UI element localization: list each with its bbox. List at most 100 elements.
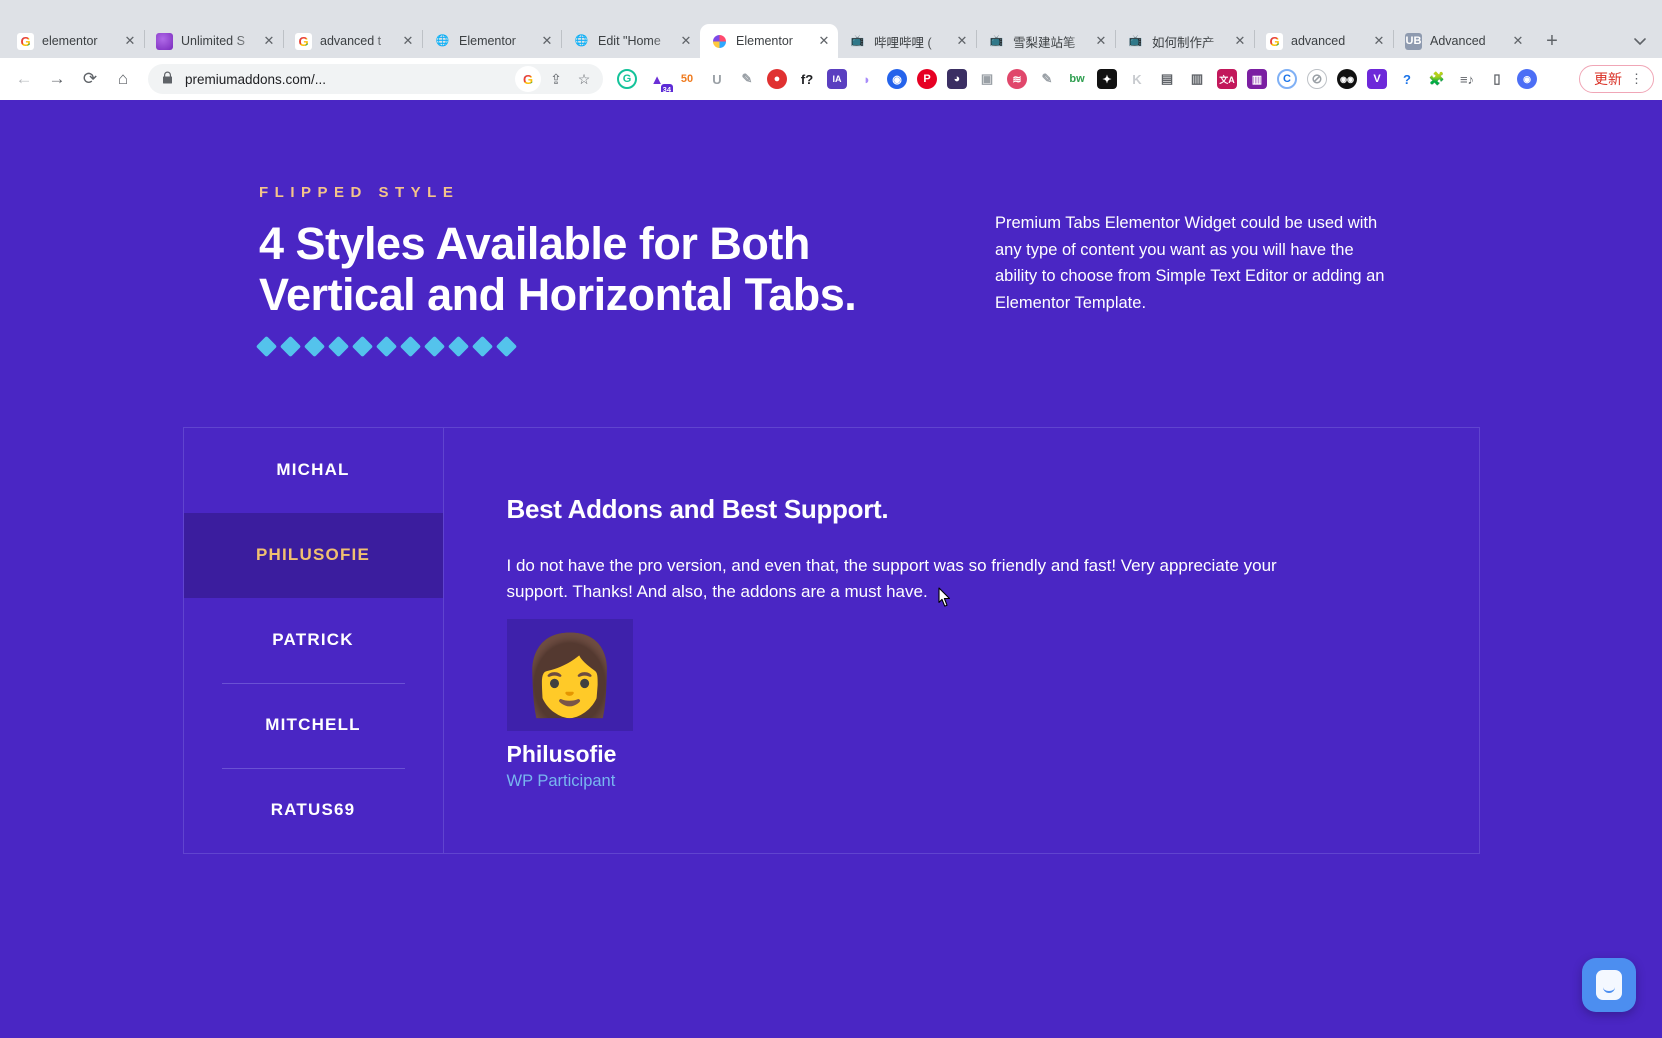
extensions-puzzle-icon-glyph: 🧩 [1428, 71, 1446, 86]
update-button[interactable]: 更新 ⋮ [1579, 65, 1654, 93]
chat-bubble-icon [1596, 970, 1622, 1000]
tab-close-icon[interactable]: ✕ [1093, 33, 1109, 49]
copy-pages-icon-glyph: ▤ [1160, 71, 1174, 86]
seo-quake-icon-glyph: 50 [680, 73, 694, 85]
window-titlebar [0, 0, 1662, 20]
tab-close-icon[interactable]: ✕ [122, 33, 138, 49]
unity-u-icon[interactable]: U [704, 66, 730, 92]
font-finder-icon-glyph: f? [800, 71, 814, 87]
page-content: FLIPPED STYLE 4 Styles Available for Bot… [0, 100, 1662, 1034]
playlist-icon-glyph: ≡♪ [1459, 71, 1475, 87]
browser-tab[interactable]: Unlimited S ✕ [145, 24, 283, 58]
browser-tab[interactable]: 📺 雪梨建站笔 ✕ [977, 24, 1115, 58]
loom-icon[interactable]: ◉ [884, 66, 910, 92]
address-bar[interactable]: premiumaddons.com/... ⇪ ☆ [148, 64, 603, 94]
tab-close-icon[interactable]: ✕ [954, 33, 970, 49]
profile-avatar[interactable]: ◉ [1514, 66, 1540, 92]
translate-icon[interactable]: 文A [1214, 66, 1240, 92]
extensions-tray: G ▲ 34 50 U ✎ ● f? IA ◗ ◉ P ◕ ▣ ≋ ✎ bw ✦ K ▤ ▥ 文A ▥ C ⊘ ◉◉ V? 🧩 ≡♪ ▯ ◉ [612, 66, 1574, 92]
tab-close-icon[interactable]: ✕ [400, 33, 416, 49]
avatar: 👩 [506, 619, 633, 732]
tab-search-icon[interactable] [1626, 27, 1654, 55]
keywords-k-icon[interactable]: K [1124, 66, 1150, 92]
help-icon[interactable]: ? [1394, 66, 1420, 92]
copyright-c-icon[interactable]: C [1274, 66, 1300, 92]
sidebar-item-michal[interactable]: MICHAL [184, 428, 443, 513]
eyes-icon[interactable]: ◉◉ [1334, 66, 1360, 92]
browser-tab[interactable]: advanced ✕ [1255, 24, 1393, 58]
forward-button[interactable]: → [41, 63, 73, 95]
hero-title: 4 Styles Available for Both Vertical and… [259, 218, 857, 321]
back-button[interactable]: ← [8, 63, 40, 95]
kebab-menu-icon[interactable]: ⋮ [1630, 71, 1643, 87]
internet-archive-icon-glyph: IA [827, 69, 847, 89]
browser-toolbar: ← → ⟳ ⌂ premiumaddons.com/... ⇪ ☆ G ▲34 50… [0, 58, 1662, 100]
hero-left-column: FLIPPED STYLE 4 Styles Available for Bot… [181, 184, 971, 357]
google-lens-icon[interactable] [515, 66, 541, 92]
copyright-c-icon-glyph: C [1277, 69, 1297, 89]
pinterest-icon[interactable]: P [914, 66, 940, 92]
gradient-leaf-icon[interactable]: ◗ [854, 66, 880, 92]
browser-tab[interactable]: 📺 如何制作产 ✕ [1116, 24, 1254, 58]
browser-tab[interactable]: elementor ✕ [6, 24, 144, 58]
bank-icon[interactable]: ▥ [1184, 66, 1210, 92]
diamond-shape [375, 335, 398, 357]
vue-v-icon-glyph: V [1367, 69, 1387, 89]
help-icon-glyph: ? [1403, 71, 1411, 87]
seo-quake-icon[interactable]: 50 [674, 66, 700, 92]
sidebar-item-patrick[interactable]: PATRICK [184, 598, 443, 683]
tab-close-icon[interactable]: ✕ [1510, 33, 1526, 49]
browser-tab[interactable]: 🌐 Edit "Home ✕ [562, 24, 700, 58]
ninja-icon-glyph: ✦ [1097, 69, 1117, 89]
unity-u-icon-glyph: U [712, 71, 722, 87]
side-panel-icon[interactable]: ▯ [1484, 66, 1510, 92]
browser-chrome: elementor ✕ Unlimited S ✕ advanced t ✕ 🌐 Elemen… [0, 0, 1662, 100]
sidebar-item-philusofie[interactable]: PHILUSOFIE [183, 512, 443, 598]
tab-title: Elementor [736, 34, 793, 48]
font-finder-icon[interactable]: f? [794, 66, 820, 92]
tab-close-icon[interactable]: ✕ [1371, 33, 1387, 49]
sidebar-item-mitchell[interactable]: MITCHELL [184, 682, 443, 768]
chart-icon-glyph: ▥ [1247, 69, 1267, 89]
bilibili-icon: 📺 [850, 34, 865, 47]
purple-arrow-icon[interactable]: ▲ 34 [644, 66, 673, 92]
playlist-icon[interactable]: ≡♪ [1454, 66, 1480, 92]
discord-icon[interactable]: ◕ [944, 66, 970, 92]
chat-launcher[interactable] [1582, 958, 1636, 1012]
eyedropper-icon[interactable]: ✎ [1034, 66, 1060, 92]
vue-v-icon[interactable]: V [1364, 66, 1390, 92]
share-icon[interactable]: ⇪ [543, 66, 569, 92]
ninja-icon[interactable]: ✦ [1094, 66, 1120, 92]
chart-icon[interactable]: ▥ [1244, 66, 1270, 92]
slash-circle-icon[interactable]: ⊘ [1304, 66, 1330, 92]
internet-archive-icon[interactable]: IA [824, 66, 850, 92]
browser-tab[interactable]: UB Advanced ✕ [1394, 24, 1532, 58]
browser-tab[interactable]: 🌐 Elementor ✕ [423, 24, 561, 58]
tab-close-icon[interactable]: ✕ [1232, 33, 1248, 49]
translate-icon-glyph: 文A [1217, 69, 1237, 89]
tab-close-icon[interactable]: ✕ [678, 33, 694, 49]
camera-icon[interactable]: ▣ [974, 66, 1000, 92]
bookmark-star-icon[interactable]: ☆ [571, 66, 597, 92]
browser-tab[interactable]: advanced t ✕ [284, 24, 422, 58]
tab-strip: elementor ✕ Unlimited S ✕ advanced t ✕ 🌐 Elemen… [0, 20, 1662, 58]
extensions-puzzle-icon[interactable]: 🧩 [1424, 66, 1450, 92]
diamond-shape [351, 335, 374, 357]
sidebar-item-ratus69[interactable]: RATUS69 [184, 767, 443, 853]
browser-tab[interactable]: 📺 哔哩哔哩 (✕ [838, 24, 976, 58]
tab-close-icon[interactable]: ✕ [816, 33, 832, 49]
note-icon[interactable]: ✎ [734, 66, 760, 92]
home-button[interactable]: ⌂ [107, 63, 139, 95]
pokeball-icon[interactable]: ● [764, 66, 790, 92]
tab-close-icon[interactable]: ✕ [261, 33, 277, 49]
bw-icon[interactable]: bw [1064, 66, 1090, 92]
browser-tab[interactable]: Elementor ✕ [700, 24, 838, 58]
new-tab-button[interactable]: + [1538, 27, 1566, 55]
similarweb-icon[interactable]: ≋ [1004, 66, 1030, 92]
tab-close-icon[interactable]: ✕ [539, 33, 555, 49]
reload-button[interactable]: ⟳ [74, 63, 106, 95]
tab-title: elementor [42, 34, 98, 48]
grammarly-icon[interactable]: G [614, 66, 640, 92]
diamond-shape [471, 335, 494, 357]
copy-pages-icon[interactable]: ▤ [1154, 66, 1180, 92]
